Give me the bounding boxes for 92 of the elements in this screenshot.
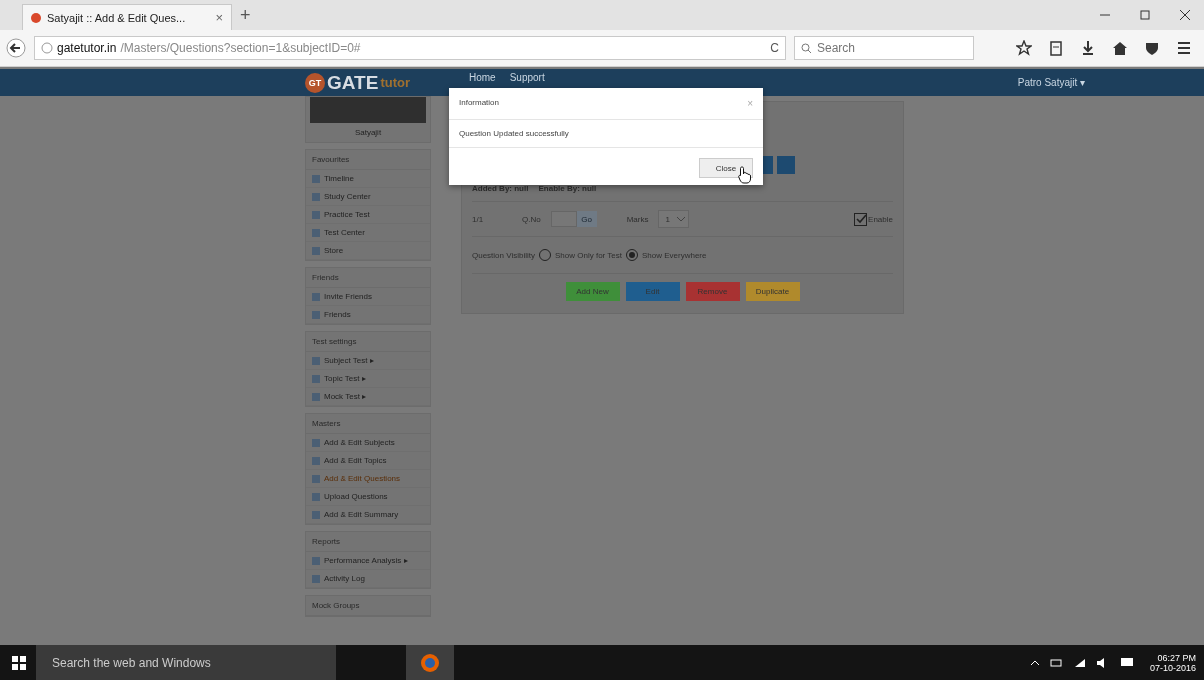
clock-time: 06:27 PM	[1157, 652, 1196, 663]
qno-input[interactable]	[550, 211, 577, 227]
sidebar-link[interactable]: Performance Analysis ▸	[324, 556, 408, 565]
go-button[interactable]: Go	[576, 211, 597, 227]
section-title: Mock Groups	[306, 596, 430, 616]
info-icon	[41, 42, 53, 54]
section-title: Reports	[306, 532, 430, 552]
clock-date: 07-10-2016	[1149, 662, 1196, 673]
square-icon	[312, 492, 320, 501]
battery-icon[interactable]	[1049, 657, 1064, 668]
sidebar-link[interactable]: Study Center	[324, 192, 371, 201]
windows-logo-icon[interactable]	[12, 655, 26, 670]
close-button[interactable]: Close	[699, 158, 753, 178]
tab-close-button[interactable]: ×	[215, 10, 223, 25]
search-field[interactable]: Search	[794, 36, 974, 60]
sidebar-link[interactable]: Add & Edit Summary	[324, 510, 399, 519]
section-title: Masters	[306, 414, 430, 434]
logo-subtext: tutor	[380, 75, 410, 90]
nav-link[interactable]: Support	[509, 69, 545, 83]
marks-dropdown[interactable]: 1	[658, 210, 689, 228]
square-icon	[312, 292, 320, 301]
globe-icon	[420, 652, 440, 673]
action-button[interactable]: Add New	[565, 282, 620, 301]
browser-taskbar-button[interactable]	[406, 645, 454, 680]
sidebar-link[interactable]: Topic Test ▸	[324, 374, 366, 383]
radio-label: Show Everywhere	[642, 250, 707, 260]
user-menu[interactable]: Patro Satyajit ▾	[1017, 77, 1085, 88]
clipboard-icon[interactable]	[1048, 40, 1064, 56]
sidebar-link[interactable]: Test Center	[324, 228, 365, 237]
dialog-message: Question Updated successfully	[449, 120, 763, 148]
section-title: Friends	[306, 268, 430, 288]
square-icon	[312, 228, 320, 237]
sidebar-link[interactable]: Add & Edit Subjects	[324, 438, 395, 447]
marks-label: Marks	[626, 214, 649, 224]
sidebar-link[interactable]: Practice Test	[324, 210, 370, 219]
dialog-close-button[interactable]: ×	[747, 98, 753, 109]
section-title: Favourites	[306, 150, 430, 170]
sidebar-link[interactable]: Upload Questions	[324, 492, 388, 501]
added-by-text: Added By: null	[472, 184, 529, 193]
sidebar-link[interactable]: Subject Test ▸	[324, 356, 374, 365]
site-favicon-icon	[31, 12, 41, 23]
action-button[interactable]: Remove	[685, 282, 740, 301]
network-icon[interactable]	[1073, 657, 1086, 668]
star-icon[interactable]	[1016, 40, 1032, 56]
home-icon[interactable]	[1112, 40, 1128, 56]
browser-tab[interactable]: Satyajit :: Add & Edit Ques... ×	[22, 4, 232, 30]
square-icon	[312, 310, 320, 319]
download-icon[interactable]	[1080, 40, 1096, 56]
dialog-title: Information	[459, 98, 500, 109]
square-icon	[312, 356, 320, 365]
square-icon	[312, 510, 320, 519]
profile-name: Satyajit	[353, 127, 383, 139]
sidebar-link[interactable]: Mock Test ▸	[324, 392, 367, 401]
square-icon	[312, 192, 320, 201]
notification-icon[interactable]	[1119, 656, 1134, 669]
enable-by-text: Enable By: null	[538, 184, 597, 193]
square-icon	[312, 246, 320, 255]
shield-icon[interactable]	[1144, 40, 1160, 56]
nav-link[interactable]: Home	[469, 69, 496, 83]
sidebar-link[interactable]: Add & Edit Questions	[324, 474, 401, 483]
square-icon	[312, 474, 320, 483]
action-button[interactable]: Edit	[625, 282, 680, 301]
sidebar-link[interactable]: Friends	[324, 310, 351, 319]
qno-label: Q.No	[522, 214, 541, 224]
square-icon	[312, 210, 320, 219]
square-icon	[312, 392, 320, 401]
square-icon	[312, 374, 320, 383]
question-count: 1/1	[472, 214, 485, 224]
maximize-icon[interactable]	[1140, 10, 1150, 20]
action-button[interactable]: Duplicate	[745, 282, 800, 301]
close-icon[interactable]	[1180, 10, 1190, 20]
sidebar-link[interactable]: Invite Friends	[324, 292, 373, 301]
sidebar-link[interactable]: Store	[324, 246, 344, 255]
logo-text: GATE	[327, 71, 379, 94]
search-icon	[801, 43, 812, 54]
taskbar-search-field[interactable]: Search the web and Windows	[36, 645, 336, 680]
logo-badge: GT	[305, 72, 325, 93]
square-icon	[312, 556, 320, 565]
sidebar-link[interactable]: Activity Log	[324, 574, 365, 583]
enable-checkbox[interactable]	[854, 212, 868, 226]
square-icon	[312, 174, 320, 183]
sidebar-link[interactable]: Timeline	[324, 174, 354, 183]
square-icon	[312, 574, 320, 583]
new-tab-button[interactable]: +	[240, 4, 251, 26]
tab-title: Satyajit :: Add & Edit Ques...	[47, 11, 186, 24]
reload-button[interactable]: C	[770, 41, 779, 55]
section-title: Test settings	[306, 332, 430, 352]
square-icon	[312, 438, 320, 447]
sidebar-link[interactable]: Add & Edit Topics	[324, 456, 387, 465]
menu-icon[interactable]	[1176, 40, 1192, 56]
square-icon	[312, 456, 320, 465]
address-bar[interactable]: gatetutor.in /Masters/Questions?section=1&subjectID=0# C	[34, 36, 786, 60]
